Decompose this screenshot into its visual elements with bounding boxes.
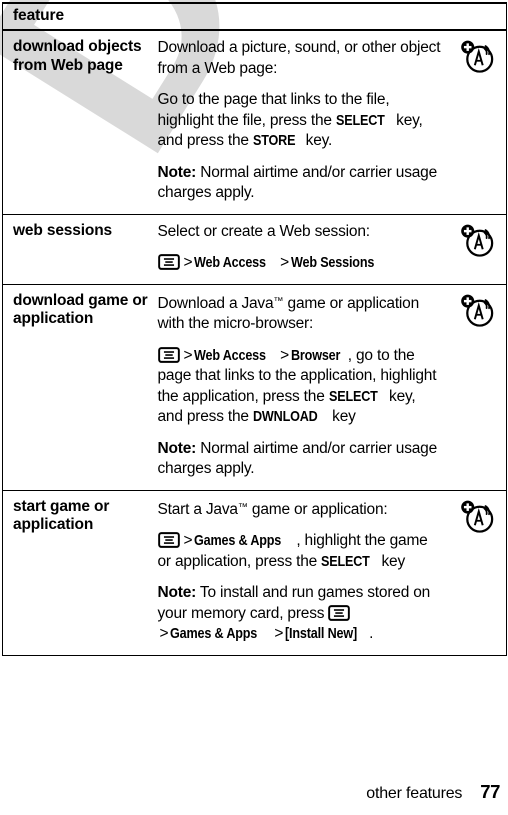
- menu-path-item: Games & Apps: [194, 532, 282, 550]
- menu-path-paragraph: > Web Access > Web Sessions: [157, 253, 445, 274]
- softkey-label: SELECT: [328, 387, 378, 405]
- softkey-label: STORE: [252, 132, 296, 149]
- table-row: start game or application Start a Java™ …: [2, 490, 508, 656]
- note-label: Note:: [157, 584, 197, 602]
- text-fragment: To install and run games stored on your …: [157, 584, 431, 622]
- feature-description-cell: Download a picture, sound, or other obje…: [157, 30, 451, 215]
- table-row: download game or application Download a …: [2, 284, 508, 491]
- path-separator: >: [183, 532, 193, 550]
- airtime-charges-icon: [460, 294, 493, 327]
- feature-term: download objects from Web page: [13, 38, 142, 74]
- note-paragraph: Note: Normal airtime and/or carrier usag…: [158, 163, 445, 204]
- path-separator: >: [159, 625, 169, 643]
- text-fragment: key: [328, 408, 356, 426]
- text-fragment: Start a Java: [157, 500, 239, 518]
- text-fragment: game or application:: [247, 500, 388, 518]
- note-label: Note:: [157, 163, 197, 181]
- airtime-charges-icon: [460, 224, 493, 257]
- column-header-feature: feature: [13, 7, 64, 24]
- feature-icon-cell: [450, 284, 508, 491]
- airtime-charges-icon: [460, 40, 493, 73]
- path-separator: >: [280, 254, 289, 271]
- menu-key-icon: [328, 605, 351, 621]
- trademark-symbol: ™: [237, 501, 248, 513]
- note-paragraph: Note: To install and run games stored on…: [158, 583, 445, 645]
- menu-path-item: Browser: [290, 346, 341, 364]
- feature-icon-cell: [450, 214, 508, 285]
- menu-path-item: Web Access: [194, 254, 267, 271]
- footer-section-title: other features: [366, 785, 463, 802]
- text-fragment: .: [369, 625, 374, 643]
- menu-path-item: Web Access: [194, 346, 267, 364]
- description-paragraph: Download a Java™ game or application wit…: [158, 292, 445, 335]
- feature-term-cell: download objects from Web page: [2, 30, 158, 215]
- feature-term: start game or application: [13, 497, 110, 534]
- path-separator: >: [280, 346, 289, 364]
- airtime-charges-icon: [460, 500, 493, 533]
- menu-key-icon: [157, 346, 180, 363]
- trademark-symbol: ™: [273, 295, 284, 307]
- path-separator: >: [274, 625, 284, 643]
- footer-page-number: 77: [480, 781, 500, 802]
- manual-page: feature download objects from Web page D…: [0, 0, 508, 815]
- feature-table: feature download objects from Web page D…: [1, 2, 508, 656]
- softkey-label: SELECT: [321, 552, 370, 570]
- path-separator: >: [183, 254, 193, 271]
- menu-path-item: Games & Apps: [170, 625, 258, 643]
- description-paragraph: Select or create a Web session:: [157, 222, 371, 240]
- text-fragment: Normal airtime and/or carrier usage char…: [157, 439, 438, 478]
- note-paragraph: Note: Normal airtime and/or carrier usag…: [158, 439, 445, 480]
- feature-icon-cell: [450, 490, 508, 656]
- menu-key-icon: [157, 254, 180, 270]
- feature-icon-cell: [450, 30, 508, 215]
- feature-description-cell: Select or create a Web session: > Web Acc…: [157, 214, 451, 285]
- feature-term-cell: download game or application: [2, 284, 158, 491]
- menu-key-icon: [157, 532, 180, 549]
- note-label: Note:: [157, 439, 197, 457]
- feature-term-cell: web sessions: [2, 214, 158, 285]
- path-separator: >: [183, 346, 193, 364]
- feature-term: web sessions: [13, 221, 112, 239]
- feature-term-cell: start game or application: [2, 490, 158, 656]
- menu-path-item: [Install New]: [285, 625, 358, 643]
- menu-path-item: Web Sessions: [290, 254, 375, 271]
- table-row: download objects from Web page Download …: [2, 30, 508, 215]
- menu-path-paragraph: > Web Access > Browser, go to the page that…: [158, 346, 445, 428]
- text-fragment: key.: [301, 132, 333, 149]
- menu-path-paragraph: > Games & Apps, highlight the game or app…: [158, 531, 445, 572]
- text-fragment: key: [377, 552, 406, 570]
- feature-description-cell: Download a Java™ game or application wit…: [157, 284, 451, 491]
- page-footer: other features 77: [0, 781, 500, 803]
- softkey-label: SELECT: [335, 111, 385, 129]
- softkey-label: DWNLOAD: [252, 408, 318, 426]
- text-fragment: Download a Java: [157, 294, 274, 312]
- feature-description-cell: Start a Java™ game or application: > Game…: [157, 490, 451, 656]
- table-row: web sessions Select or create a Web sess…: [2, 214, 508, 285]
- description-paragraph: Start a Java™ game or application:: [158, 498, 445, 521]
- description-paragraph: Go to the page that links to the file, h…: [158, 90, 445, 152]
- text-fragment: Normal airtime and/or carrier usage char…: [157, 163, 438, 202]
- description-paragraph: Download a picture, sound, or other obje…: [157, 39, 441, 77]
- feature-term: download game or application: [13, 291, 148, 328]
- table-header-row: feature: [1, 2, 508, 31]
